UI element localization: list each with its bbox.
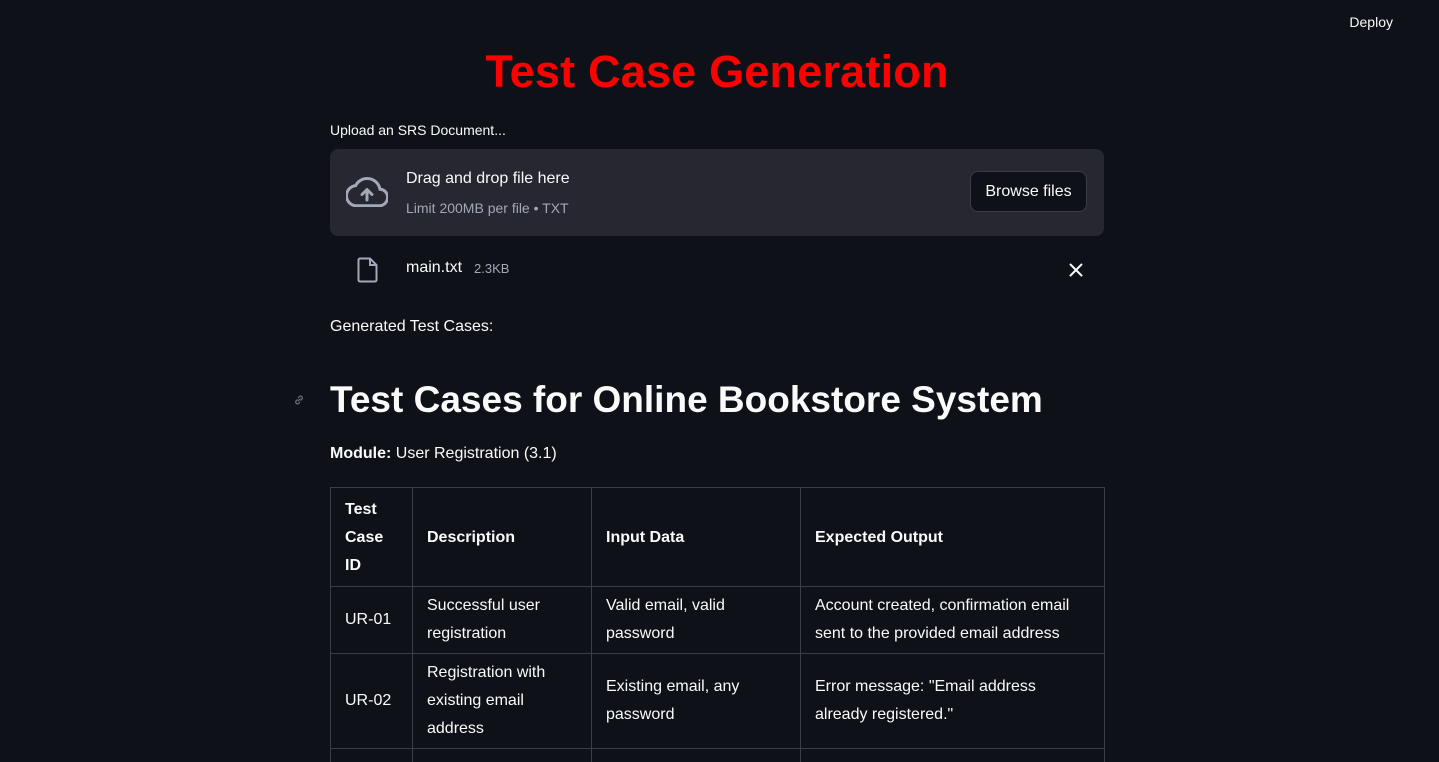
column-header: Description (412, 487, 592, 587)
module-value: User Registration (3.1) (391, 445, 557, 462)
dropzone-instruction: Drag and drop file here (406, 170, 570, 187)
app-page: Deploy Test Case Generation Upload an SR… (0, 0, 1439, 762)
app-title: Test Case Generation (485, 46, 949, 97)
dropzone-limit: Limit 200MB per file • TXT (406, 200, 569, 216)
table-cell: Account created, confirmation email sent… (800, 586, 1105, 654)
table-cell (412, 748, 592, 762)
close-icon[interactable] (1068, 262, 1084, 278)
table-cell: Successful user registration (412, 586, 592, 654)
table-cell: Error message: "Email address already re… (800, 653, 1105, 749)
deploy-button[interactable]: Deploy (1345, 12, 1397, 32)
table-header-row: Test Case ID Description Input Data Expe… (330, 487, 1105, 587)
table-cell: Valid email, valid password (591, 586, 801, 654)
table-row: UR-01 Successful user registration Valid… (330, 586, 1105, 654)
column-header: Test Case ID (330, 487, 413, 587)
generated-test-cases-label: Generated Test Cases: (330, 318, 494, 335)
table-cell: Registration with existing email address (412, 653, 592, 749)
column-header: Expected Output (800, 487, 1105, 587)
table-cell: UR-01 (330, 586, 413, 654)
file-icon (357, 257, 378, 283)
uploaded-file-name: main.txt (406, 259, 463, 276)
column-header: Input Data (591, 487, 801, 587)
table-row: UR-02 Registration with existing email a… (330, 653, 1105, 749)
module-line: Module: User Registration (3.1) (330, 445, 557, 463)
table-cell: Existing email, any password (591, 653, 801, 749)
module-label: Module: (330, 445, 392, 462)
cloud-upload-icon (346, 177, 388, 207)
table-cell (591, 748, 801, 762)
file-dropzone[interactable]: Drag and drop file here Limit 200MB per … (330, 149, 1104, 236)
test-cases-table: Test Case ID Description Input Data Expe… (330, 487, 1105, 762)
browse-files-button[interactable]: Browse files (970, 171, 1087, 212)
uploaded-file-size: 2.3KB (474, 261, 510, 276)
section-heading: Test Cases for Online Bookstore System (330, 379, 1043, 420)
uploaded-file-row: main.txt 2.3KB (330, 252, 1104, 288)
table-cell: UR-02 (330, 653, 413, 749)
upload-label: Upload an SRS Document... (330, 122, 506, 138)
table-cell (800, 748, 1105, 762)
link-icon[interactable] (293, 394, 305, 406)
table-row (330, 748, 1105, 762)
table-cell (330, 748, 413, 762)
